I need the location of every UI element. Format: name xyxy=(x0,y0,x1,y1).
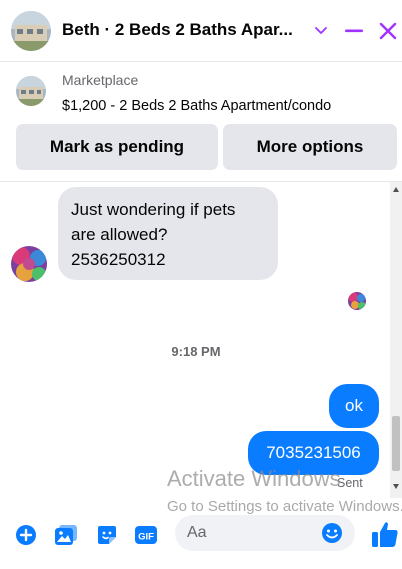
marketplace-listing-panel: Marketplace $1,200 - 2 Beds 2 Baths Apar… xyxy=(0,62,402,182)
message-line: are allowed? xyxy=(71,225,168,244)
more-options-button[interactable]: More options xyxy=(223,124,397,170)
listing-avatar[interactable] xyxy=(11,11,51,51)
scroll-down-arrow-icon[interactable] xyxy=(393,484,399,489)
message-line: Just wondering if pets xyxy=(71,200,236,219)
gif-icon[interactable]: GIF xyxy=(134,523,158,547)
chat-header: Beth · 2 Beds 2 Baths Apar... xyxy=(0,0,402,62)
plus-circle-icon[interactable] xyxy=(14,523,38,547)
outgoing-message-bubble: ok xyxy=(329,384,379,428)
mark-as-pending-button[interactable]: Mark as pending xyxy=(16,124,218,170)
message-timestamp: 9:18 PM xyxy=(171,344,221,359)
svg-text:GIF: GIF xyxy=(138,532,154,543)
listing-thumbnail[interactable] xyxy=(16,76,46,106)
message-input-container[interactable] xyxy=(175,515,355,551)
conversation-title[interactable]: Beth · 2 Beds 2 Baths Apar... xyxy=(62,20,302,40)
close-icon[interactable] xyxy=(378,21,398,41)
message-thread[interactable]: Just wondering if pets are allowed? 2536… xyxy=(0,182,402,498)
emoji-icon[interactable] xyxy=(321,522,343,544)
minimize-icon[interactable] xyxy=(344,21,364,41)
scrollbar-thumb[interactable] xyxy=(392,416,400,471)
marketplace-label: Marketplace xyxy=(62,72,139,88)
sender-avatar[interactable] xyxy=(11,246,47,282)
incoming-message-bubble: Just wondering if pets are allowed? 2536… xyxy=(58,187,278,280)
listing-summary[interactable]: $1,200 - 2 Beds 2 Baths Apartment/condo xyxy=(62,98,331,114)
seen-by-avatar xyxy=(348,292,366,310)
outgoing-message-bubble: 7035231506 xyxy=(248,431,379,475)
sent-status: Sent xyxy=(337,476,363,490)
message-composer: GIF xyxy=(0,498,402,569)
chevron-down-icon[interactable] xyxy=(311,21,331,41)
message-input[interactable] xyxy=(187,515,317,551)
scroll-up-arrow-icon[interactable] xyxy=(393,187,399,192)
message-line: 2536250312 xyxy=(71,250,166,269)
sticker-icon[interactable] xyxy=(95,523,119,547)
image-icon[interactable] xyxy=(54,523,78,547)
chat-scrollbar[interactable] xyxy=(390,182,402,498)
thumbs-up-icon[interactable] xyxy=(370,520,400,550)
